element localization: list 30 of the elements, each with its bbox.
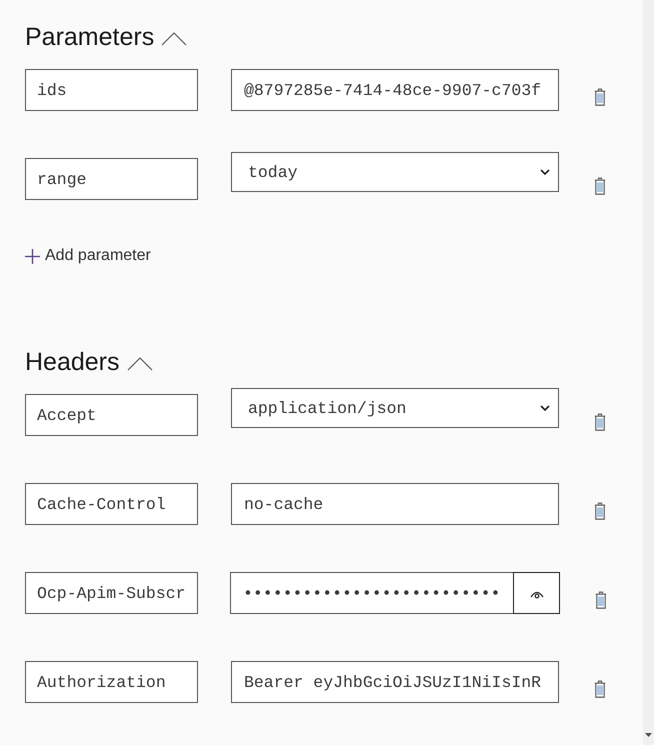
value-dropdown[interactable]: today — [231, 152, 559, 192]
name-field[interactable]: Ocp-Apim-Subscr — [25, 572, 198, 614]
value-field[interactable]: @8797285e-7414-48ce-9907-c703f — [231, 69, 559, 111]
trash-icon[interactable] — [594, 680, 606, 698]
name-field[interactable]: Authorization — [25, 661, 198, 703]
trash-icon[interactable] — [594, 413, 606, 431]
value-dropdown[interactable]: application/json — [231, 388, 559, 428]
section-heading: Parameters — [25, 22, 154, 53]
chevron-up-icon[interactable] — [161, 32, 188, 46]
trash-icon[interactable] — [594, 88, 606, 106]
chevron-down-icon — [540, 169, 550, 175]
value-field[interactable]: Bearer eyJhbGciOiJSUzI1NiIsInR — [231, 661, 559, 703]
add-parameter-button[interactable]: Add parameter — [25, 246, 151, 266]
section-heading: Headers — [25, 347, 120, 378]
scrollbar[interactable] — [643, 0, 654, 745]
value-field[interactable]: no-cache — [231, 483, 559, 525]
scroll-down-arrow-icon[interactable] — [645, 733, 652, 737]
name-field[interactable]: ids — [25, 69, 198, 111]
chevron-up-icon[interactable] — [126, 356, 152, 370]
trash-icon[interactable] — [594, 177, 606, 195]
chevron-down-icon — [540, 405, 550, 411]
trash-icon[interactable] — [595, 591, 607, 609]
name-field[interactable]: range — [25, 158, 198, 200]
show-password-button[interactable] — [513, 572, 560, 614]
name-field[interactable]: Accept — [25, 394, 198, 436]
eye-icon — [530, 590, 544, 599]
password-field[interactable]: •••••••••••••••••••••••••• — [230, 572, 513, 614]
trash-icon[interactable] — [594, 502, 606, 520]
name-field[interactable]: Cache-Control — [25, 483, 198, 525]
plus-icon — [25, 248, 40, 264]
